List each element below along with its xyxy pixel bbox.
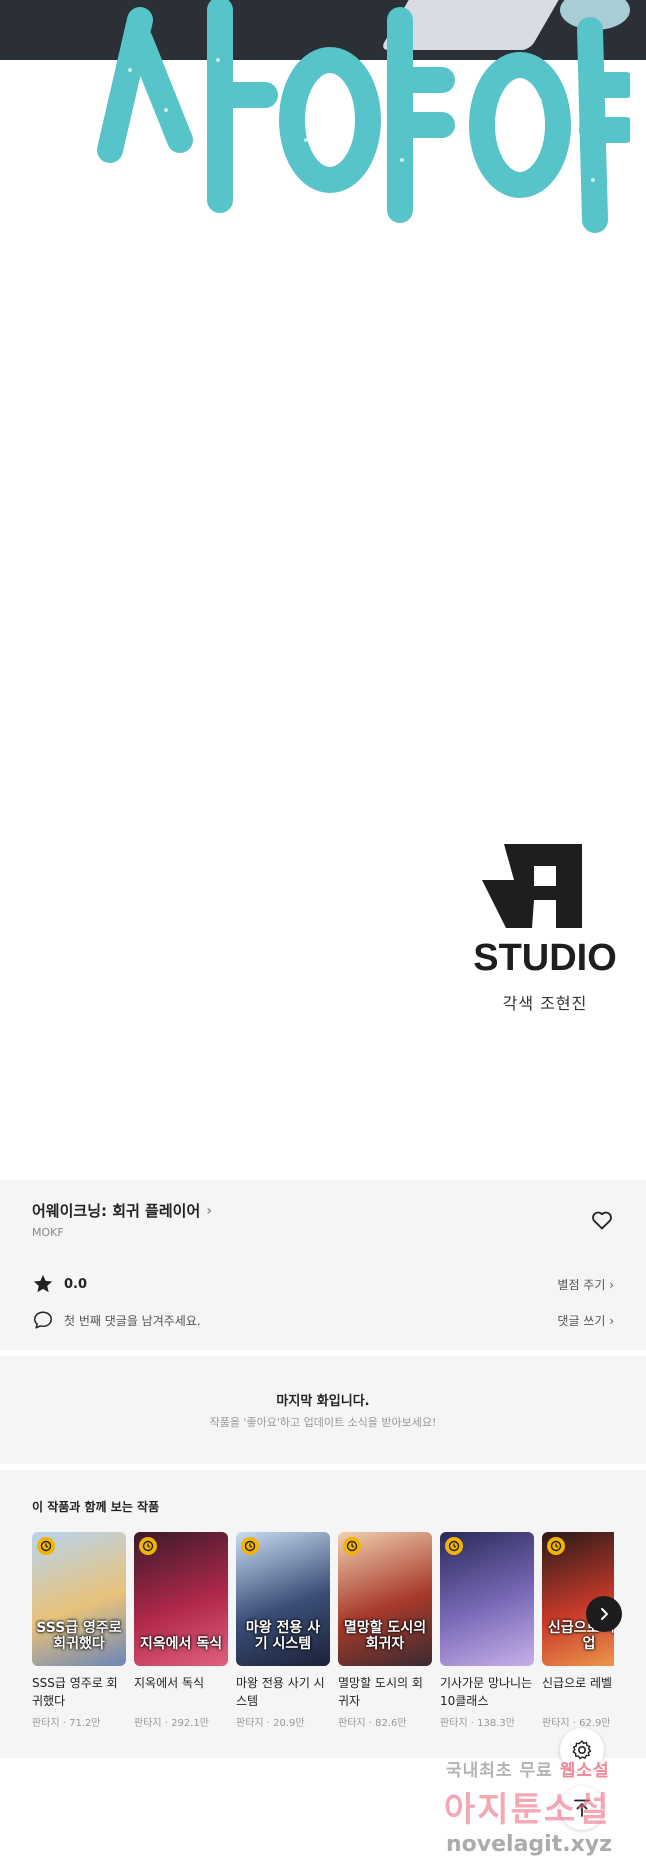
comment-bubble-icon	[34, 1311, 52, 1329]
comic-panel: STUDIO 각색 조현진	[0, 0, 646, 1180]
card-meta: 판타지 · 138.3만	[440, 1718, 515, 1729]
clock-icon	[139, 1537, 157, 1555]
last-episode-title: 마지막 화입니다.	[276, 1394, 370, 1409]
series-title: 어웨이크닝: 회귀 플레이어	[32, 1202, 201, 1220]
card-title: SSS급 영주로 회귀했다	[32, 1676, 118, 1708]
card-thumbnail[interactable]: 멸망할 도시의 회귀자	[338, 1532, 432, 1666]
star-icon	[33, 1274, 53, 1293]
watermark-line3: novelagit.xyz	[446, 1832, 612, 1857]
carousel-next-button[interactable]	[586, 1596, 622, 1632]
chevron-right-icon: ›	[206, 1202, 213, 1219]
scroll-to-top-button[interactable]	[560, 1786, 604, 1830]
card-meta: 판타지 · 20.9만	[236, 1718, 305, 1729]
card-thumbnail[interactable]: SSS급 영주로 회귀했다	[32, 1532, 126, 1666]
arrow-up-icon	[574, 1799, 590, 1817]
studio-logo: STUDIO	[473, 844, 617, 979]
chevron-right-icon	[601, 1608, 608, 1620]
recommended-card[interactable]: 마왕 전용 사기 시스템 마왕 전용 사기 시스템 판타지 · 20.9만	[236, 1532, 330, 1729]
write-comment-button[interactable]: 댓글 쓰기 ›	[557, 1312, 614, 1329]
card-title: 지옥에서 독식	[134, 1676, 205, 1690]
gear-icon	[572, 1740, 592, 1760]
card-thumbnail[interactable]: 마왕 전용 사기 시스템	[236, 1532, 330, 1666]
clock-icon	[343, 1537, 361, 1555]
recommended-card[interactable]: 지옥에서 독식 지옥에서 독식 판타지 · 292.1만	[134, 1532, 228, 1729]
clock-icon	[547, 1537, 565, 1555]
rating-value: 0.0	[64, 1276, 88, 1292]
recommended-list: SSS급 영주로 회귀했다 SSS급 영주로 회귀했다 판타지 · 71.2만 …	[32, 1532, 614, 1742]
card-thumbnail[interactable]	[440, 1532, 534, 1666]
clock-icon	[445, 1537, 463, 1555]
comment-row: 첫 번째 댓글을 남겨주세요. 댓글 쓰기 ›	[32, 1308, 614, 1332]
comment-prompt[interactable]: 첫 번째 댓글을 남겨주세요.	[64, 1312, 201, 1329]
rate-button[interactable]: 별점 주기 ›	[557, 1276, 614, 1293]
recommended-card[interactable]: 멸망할 도시의 회귀자 멸망할 도시의 회귀자 판타지 · 82.6만	[338, 1532, 432, 1729]
card-meta: 판타지 · 71.2만	[32, 1718, 101, 1729]
settings-button[interactable]	[560, 1728, 604, 1772]
title-brush-art	[97, 0, 630, 233]
last-episode-notice: 마지막 화입니다. 작품을 '좋아요'하고 업데이트 소식을 받아보세요!	[0, 1356, 646, 1464]
card-thumbnail-title: 지옥에서 독식	[139, 1635, 223, 1652]
clock-icon	[241, 1537, 259, 1555]
heart-icon[interactable]	[590, 1208, 614, 1232]
series-title-link[interactable]: 어웨이크닝: 회귀 플레이어 ›	[32, 1200, 212, 1221]
card-title: 마왕 전용 사기 시스템	[236, 1676, 325, 1708]
recommended-title: 이 작품과 함께 보는 작품	[32, 1500, 160, 1514]
site-watermark: 국내최초 무료 웹소설 아지툰소설 novelagit.xyz	[440, 1752, 646, 1873]
watermark-line1: 국내최초 무료	[446, 1761, 553, 1781]
card-thumbnail-title: 마왕 전용 사기 시스템	[245, 1620, 321, 1652]
last-episode-subtitle: 작품을 '좋아요'하고 업데이트 소식을 받아보세요!	[209, 1416, 437, 1429]
recommended-card[interactable]: 기사가문 망나니는 10클래스 판타지 · 138.3만	[440, 1532, 534, 1729]
card-title: 기사가문 망나니는 10클래스	[440, 1676, 533, 1708]
clock-icon	[37, 1537, 55, 1555]
card-meta: 판타지 · 82.6만	[338, 1718, 407, 1729]
studio-credit: 각색 조현진	[502, 994, 588, 1013]
recommended-section: 이 작품과 함께 보는 작품 SSS급 영주로 회귀했다 SSS급 영주로 회귀…	[0, 1470, 646, 1758]
series-info-card: 어웨이크닝: 회귀 플레이어 › MOKF 0.0 별점 주기 › 첫 번째 댓…	[0, 1180, 646, 1350]
card-meta: 판타지 · 62.9만	[542, 1718, 611, 1729]
card-thumbnail-title: 멸망할 도시의 회귀자	[343, 1620, 427, 1652]
series-author: MOKF	[32, 1226, 64, 1239]
recommended-card[interactable]: SSS급 영주로 회귀했다 SSS급 영주로 회귀했다 판타지 · 71.2만	[32, 1532, 126, 1729]
card-meta: 판타지 · 292.1만	[134, 1718, 209, 1729]
card-title: 신급으로 레벨	[542, 1676, 613, 1690]
card-thumbnail[interactable]: 지옥에서 독식	[134, 1532, 228, 1666]
rating-row: 0.0 별점 주기 ›	[32, 1272, 614, 1296]
studio-logo-text: STUDIO	[473, 937, 617, 979]
card-thumbnail-title: SSS급 영주로 회귀했다	[36, 1620, 122, 1652]
card-title: 멸망할 도시의 회귀자	[338, 1676, 423, 1708]
